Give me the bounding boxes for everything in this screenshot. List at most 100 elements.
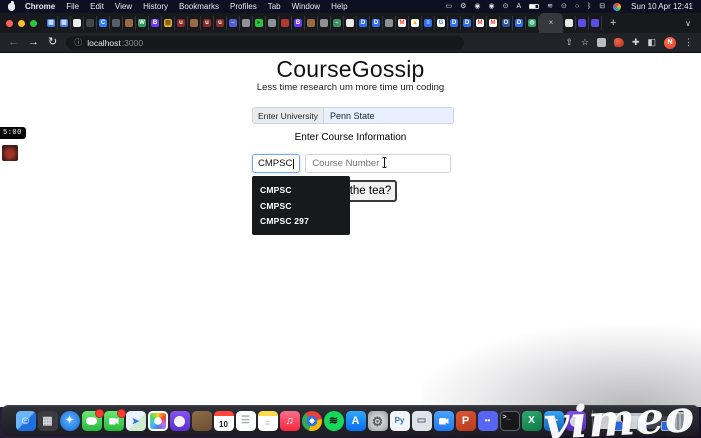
dropdown-option[interactable]: CMPSC: [252, 201, 350, 211]
menu-history[interactable]: History: [143, 2, 168, 11]
dock-settings-icon[interactable]: ⚙: [367, 411, 388, 431]
tab[interactable]: B: [292, 16, 305, 30]
dock-preview-icon[interactable]: ▭: [411, 411, 432, 431]
dock-vscode-icon[interactable]: </>: [543, 411, 564, 431]
battery-icon[interactable]: [529, 4, 540, 9]
dock-music-icon[interactable]: ♫: [279, 411, 300, 431]
menubar-clock[interactable]: Sun 10 Apr 12:41: [631, 2, 693, 11]
tab-search-chevron-icon[interactable]: ∨: [685, 19, 691, 28]
course-number-input[interactable]: [305, 154, 452, 173]
tab[interactable]: C: [97, 16, 110, 30]
university-input[interactable]: [323, 107, 454, 124]
sound-device-icon[interactable]: ◉: [474, 3, 480, 10]
dock-terminal-icon[interactable]: >_: [499, 411, 520, 431]
dock-window-thumbnail[interactable]: [598, 413, 623, 431]
tab-active[interactable]: ×: [539, 13, 563, 33]
tab-globe[interactable]: [318, 16, 331, 30]
tab[interactable]: [576, 16, 589, 30]
dock-trash-icon[interactable]: [670, 411, 686, 431]
menu-window[interactable]: Window: [292, 2, 320, 11]
tab[interactable]: B: [149, 16, 162, 30]
apple-icon[interactable]: [8, 0, 15, 11]
extension-icon[interactable]: [596, 38, 606, 47]
dock-spotify-icon[interactable]: ≋: [323, 411, 344, 431]
tab-google[interactable]: G: [435, 16, 448, 30]
address-bar[interactable]: ⓘ localhost :3000: [66, 35, 465, 50]
dock-python-icon[interactable]: Py: [389, 411, 410, 431]
tab[interactable]: [84, 16, 97, 30]
dropdown-option[interactable]: CMPSC: [252, 185, 350, 195]
tab-drive[interactable]: ▲: [409, 16, 422, 30]
extensions-puzzle-icon[interactable]: ✚: [632, 38, 640, 47]
tab-gmail[interactable]: M: [396, 16, 409, 30]
control-center-icon[interactable]: ⊙: [561, 3, 567, 10]
tab-globe[interactable]: [383, 16, 396, 30]
reload-icon[interactable]: ↻: [48, 37, 57, 48]
tab-github[interactable]: [71, 16, 84, 30]
minimize-window-button[interactable]: [18, 19, 25, 27]
menu-profiles[interactable]: Profiles: [230, 2, 257, 11]
tab[interactable]: ▸: [253, 16, 266, 30]
menu-bookmarks[interactable]: Bookmarks: [179, 2, 219, 11]
tab[interactable]: W: [136, 16, 149, 30]
menu-file[interactable]: File: [66, 2, 79, 11]
tab[interactable]: u: [175, 16, 188, 30]
tab[interactable]: ▦: [58, 16, 71, 30]
dock-notes-icon[interactable]: ≡: [257, 411, 278, 431]
tab[interactable]: D: [513, 16, 526, 30]
dock-powerpoint-icon[interactable]: P: [455, 411, 476, 431]
menu-help[interactable]: Help: [331, 2, 347, 11]
dock-excel-icon[interactable]: X: [521, 411, 542, 431]
dock-github-desktop-icon[interactable]: [565, 411, 586, 431]
dock-window-thumbnail[interactable]: [622, 413, 647, 431]
dock-calendar-icon[interactable]: 10: [213, 411, 234, 431]
tab[interactable]: O: [500, 16, 513, 30]
dock-safari-icon[interactable]: ✦: [59, 411, 80, 431]
dock-books-icon[interactable]: [191, 411, 212, 431]
tab[interactable]: ▦: [162, 16, 175, 30]
spill-tea-button[interactable]: the tea?: [344, 180, 397, 202]
dropdown-option[interactable]: CMPSC 297: [252, 216, 350, 226]
side-panel-icon[interactable]: ◧: [647, 38, 656, 47]
tab[interactable]: u: [201, 16, 214, 30]
site-info-icon[interactable]: ⓘ: [74, 37, 82, 48]
tab[interactable]: D: [357, 16, 370, 30]
dock-facetime-icon[interactable]: [103, 409, 126, 431]
tab-gmail[interactable]: M: [474, 16, 487, 30]
tab[interactable]: [589, 16, 602, 30]
wifi-icon[interactable]: ≋: [547, 3, 553, 10]
tab-gmail[interactable]: M: [487, 16, 500, 30]
tab[interactable]: u: [214, 16, 227, 30]
sound-device-icon-2[interactable]: ◉: [488, 3, 494, 10]
display-icon[interactable]: ⊟: [599, 3, 605, 10]
dock-zoom-icon[interactable]: [433, 411, 454, 431]
tab[interactable]: D: [461, 16, 474, 30]
screen-mirroring-icon[interactable]: ▭: [445, 3, 452, 10]
close-window-button[interactable]: [6, 19, 13, 27]
menu-view[interactable]: View: [115, 2, 132, 11]
tab-github[interactable]: [344, 16, 357, 30]
tab[interactable]: –: [227, 16, 240, 30]
tab-docs[interactable]: ≡: [422, 16, 435, 30]
tab[interactable]: [110, 16, 123, 30]
tab[interactable]: ▦: [45, 16, 58, 30]
keyboard-input-icon[interactable]: A: [516, 3, 521, 10]
dock-separator[interactable]: [591, 410, 593, 432]
red-mascot-extension-icon[interactable]: [613, 38, 624, 47]
dock-reminders-icon[interactable]: ☰: [235, 411, 256, 431]
menu-edit[interactable]: Edit: [90, 2, 104, 11]
more-menu-icon[interactable]: ⋮: [684, 38, 693, 47]
tab[interactable]: [279, 16, 292, 30]
menu-tab[interactable]: Tab: [268, 2, 281, 11]
tab-globe[interactable]: [240, 16, 253, 30]
dock-launchpad-icon[interactable]: ▦: [37, 411, 58, 431]
tab[interactable]: [305, 16, 318, 30]
forward-icon[interactable]: →: [28, 37, 39, 48]
back-icon[interactable]: ←: [8, 37, 19, 48]
tab-globe[interactable]: [563, 16, 576, 30]
share-icon[interactable]: ⇧: [565, 38, 573, 47]
tab[interactable]: D: [370, 16, 383, 30]
dock-discord-icon[interactable]: ••: [477, 411, 498, 431]
tab[interactable]: D: [448, 16, 461, 30]
tab-globe[interactable]: [266, 16, 279, 30]
